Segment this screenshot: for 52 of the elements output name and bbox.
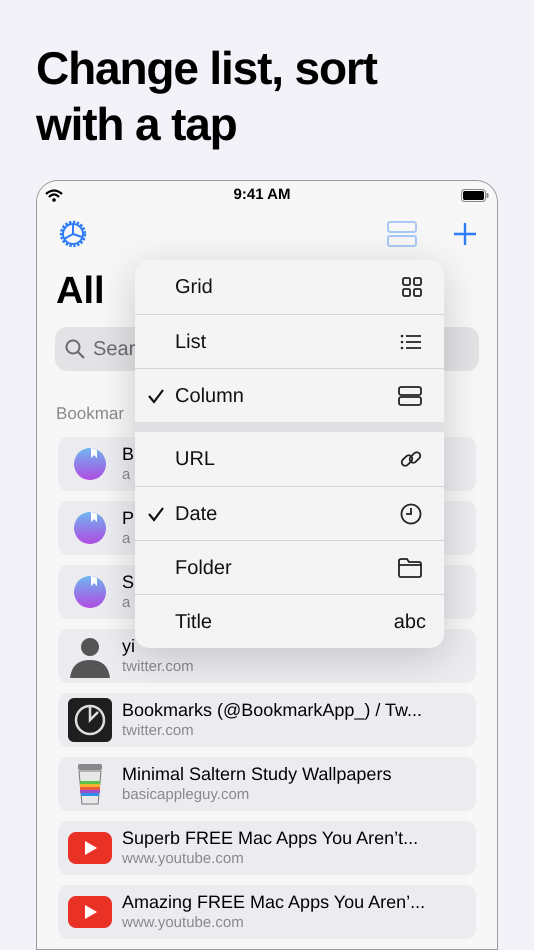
folder-icon <box>398 558 422 578</box>
grid-icon <box>402 277 422 297</box>
bookmark-title: Amazing FREE Mac Apps You Aren’... <box>122 891 426 913</box>
menu-label: URL <box>175 447 216 472</box>
menu-label: Grid <box>175 275 214 300</box>
status-time: 9:41 AM <box>234 184 290 205</box>
search-icon <box>65 339 85 359</box>
bookmark-title: S <box>122 571 134 593</box>
menu-label: Date <box>175 502 218 526</box>
list-icon <box>400 334 422 350</box>
settings-icon[interactable] <box>57 218 89 250</box>
app-icon <box>73 446 107 480</box>
headline: Change list, sort with a tap <box>36 41 378 152</box>
menu-label: List <box>175 330 208 354</box>
add-icon[interactable] <box>453 222 477 246</box>
app-icon <box>73 510 107 544</box>
bookmark-title: yi <box>122 635 135 657</box>
bookmark-title: Superb FREE Mac Apps You Aren’t... <box>122 827 418 849</box>
bookmark-url: twitter.com <box>122 657 194 676</box>
play-button-icon <box>68 896 112 928</box>
battery-icon <box>461 188 489 202</box>
clock-logo-icon <box>68 698 112 742</box>
play-button-icon <box>68 832 112 864</box>
bookmark-title: Bookmarks (@BookmarkApp_) / Tw... <box>122 699 422 721</box>
app-icon <box>73 574 107 608</box>
menu-item[interactable]: Date <box>135 486 444 540</box>
bookmark-row[interactable]: Minimal Saltern Study Wallpapers basicappleguy.com <box>58 756 476 810</box>
bookmark-title: B <box>122 443 134 465</box>
bookmark-title: Minimal Saltern Study Wallpapers <box>122 763 392 785</box>
menu-item[interactable]: Folder <box>135 540 444 594</box>
clock-icon <box>400 502 422 524</box>
wifi-icon <box>45 188 63 202</box>
bookmark-url: www.youtube.com <box>122 913 244 932</box>
section-header: Bookmar <box>56 403 124 425</box>
menu-label: Folder <box>175 556 233 580</box>
menu-item[interactable]: Title abc <box>135 594 444 648</box>
bookmark-url: twitter.com <box>122 721 194 740</box>
bookmark-url: a <box>122 465 130 484</box>
page-title: All <box>56 269 105 313</box>
bookmark-url: a <box>122 529 130 548</box>
bookmark-url: basicappleguy.com <box>122 785 250 804</box>
menu-label: Column <box>175 384 245 408</box>
bookmark-title: P <box>122 507 134 529</box>
bookmark-row[interactable]: Bookmarks (@BookmarkApp_) / Tw... twitter.com <box>58 692 476 746</box>
bookmark-url: a <box>122 593 130 612</box>
rows-icon <box>398 386 422 406</box>
menu-item[interactable]: Grid <box>135 260 444 314</box>
bookmark-url: www.youtube.com <box>122 849 244 868</box>
bookmark-row[interactable]: Amazing FREE Mac Apps You Aren’... www.youtube.com <box>58 884 476 938</box>
bookmark-row[interactable]: Superb FREE Mac Apps You Aren’t... www.youtube.com <box>58 820 476 874</box>
menu-item[interactable]: List <box>135 314 444 368</box>
menu-item[interactable]: URL <box>135 432 444 486</box>
